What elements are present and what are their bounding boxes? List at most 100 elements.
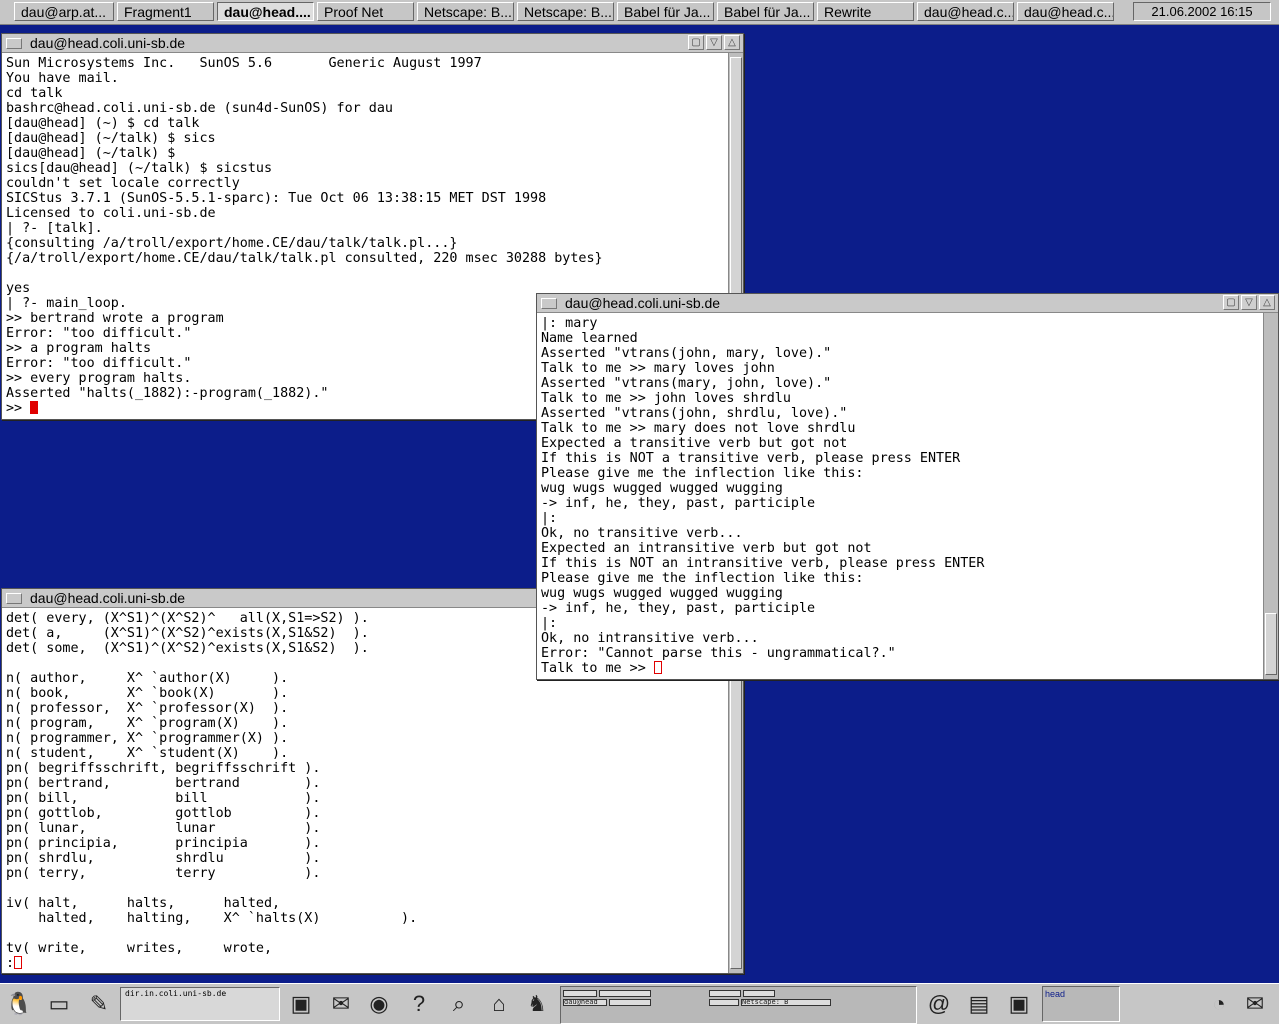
iconify-button[interactable]: ▢: [688, 35, 704, 50]
terminal-line: {/a/troll/export/home.CE/dau/talk/talk.p…: [6, 251, 603, 266]
windows-icon[interactable]: ▭: [44, 989, 74, 1019]
load-monitor: head: [1042, 986, 1120, 1022]
terminal-prompt-line[interactable]: Talk to me >>: [541, 661, 1260, 676]
terminal-line: wug wugs wugged wugged wugging: [541, 586, 783, 601]
terminal-line: n( professor, X^ `professor(X) ).: [6, 701, 289, 716]
terminal-prompt: Talk to me >>: [541, 661, 654, 676]
terminal-line: pn( terry, terry ).: [6, 866, 321, 881]
terminal-line: pn( gottlob, gottlob ).: [6, 806, 321, 821]
terminal-prompt: >>: [6, 401, 31, 416]
window-title: dau@head.coli.uni-sb.de: [30, 35, 186, 51]
terminal-line: Expected a transitive verb but got not: [541, 436, 848, 451]
window-menu-icon[interactable]: [6, 593, 22, 604]
pager-mini-window: [709, 999, 739, 1006]
file-manager-icon[interactable]: ▤: [964, 989, 994, 1019]
pager-mini-window: [563, 990, 597, 997]
home-icon[interactable]: ⌂: [484, 989, 514, 1019]
linux-penguin-icon[interactable]: 🐧: [4, 989, 34, 1019]
mail-icon[interactable]: ✉: [326, 989, 356, 1019]
help-icon[interactable]: ?: [404, 989, 434, 1019]
task-button-dau-arp[interactable]: dau@arp.at...: [14, 2, 114, 21]
terminal-line: bashrc@head.coli.uni-sb.de (sun4d-SunOS)…: [6, 101, 393, 116]
terminal-line: Sun Microsystems Inc. SunOS 5.6 Generic …: [6, 56, 482, 71]
maximize-button[interactable]: △: [724, 35, 740, 50]
terminal-line: Asserted "vtrans(john, shrdlu, love).": [541, 406, 848, 421]
terminal-line: Name learned: [541, 331, 638, 346]
task-button-babel-2[interactable]: Babel für Ja...: [717, 2, 814, 21]
spiral-icon[interactable]: @: [924, 989, 954, 1019]
pager-mini-window: [743, 990, 775, 997]
task-button-dau-head-active[interactable]: dau@head....: [217, 2, 314, 21]
task-button-dau-head-c-1[interactable]: dau@head.c...: [917, 2, 1014, 21]
task-button-netscape-1[interactable]: Netscape: B...: [417, 2, 514, 21]
terminal-line: [dau@head] (~/talk) $: [6, 146, 176, 161]
task-button-dau-head-c-2[interactable]: dau@head.c...: [1017, 2, 1114, 21]
terminal-line: Ok, no intransitive verb...: [541, 631, 759, 646]
terminal-line: pn( lunar, lunar ).: [6, 821, 321, 836]
terminal-line: |: mary: [541, 316, 598, 331]
pager-mini-window-netscape: Netscape: B: [741, 999, 831, 1006]
workspace-pager[interactable]: dau@head Netscape: B: [560, 986, 917, 1024]
top-taskbar: dau@arp.at... Fragment1 dau@head.... Pro…: [0, 0, 1279, 25]
terminal-line: n( program, X^ `program(X) ).: [6, 716, 289, 731]
terminal-line: Talk to me >> mary loves john: [541, 361, 775, 376]
window-titlebar[interactable]: dau@head.coli.uni-sb.de ▢ ▽ △: [537, 294, 1278, 313]
terminal-line: n( student, X^ `student(X) ).: [6, 746, 289, 761]
terminal-line: pn( bill, bill ).: [6, 791, 321, 806]
task-button-netscape-2[interactable]: Netscape: B...: [517, 2, 614, 21]
terminal-line: Please give me the inflection like this:: [541, 466, 864, 481]
terminal-prompt-line[interactable]: :: [6, 956, 725, 971]
task-button-rewrite[interactable]: Rewrite: [817, 2, 914, 21]
terminal-output[interactable]: |: mary Name learned Asserted "vtrans(john…: [541, 316, 1260, 677]
window-title: dau@head.coli.uni-sb.de: [565, 295, 721, 311]
scrollbar[interactable]: [1263, 313, 1278, 679]
terminal-line: -> inf, he, they, past, participle: [541, 496, 816, 511]
task-button-fragment1[interactable]: Fragment1: [117, 2, 214, 21]
terminal-line: SICStus 3.7.1 (SunOS-5.5.1-sparc): Tue O…: [6, 191, 547, 206]
terminal-line: iv( halt, halts, halted,: [6, 896, 281, 911]
terminal-line: Talk to me >> john loves shrdlu: [541, 391, 791, 406]
task-button-babel-1[interactable]: Babel für Ja...: [617, 2, 714, 21]
search-icon[interactable]: ⌕: [444, 989, 474, 1019]
window-titlebar[interactable]: dau@head.coli.uni-sb.de ▢ ▽ △: [2, 34, 743, 53]
minimize-button[interactable]: ▽: [706, 35, 722, 50]
window-menu-icon[interactable]: [541, 298, 557, 309]
terminal-prompt: :: [6, 956, 15, 971]
terminal-line: [dau@head] (~/talk) $ sics: [6, 131, 216, 146]
terminal-line: sics[dau@head] (~/talk) $ sicstus: [6, 161, 273, 176]
terminal-line: n( book, X^ `book(X) ).: [6, 686, 289, 701]
graphics-app-icon[interactable]: ✎: [84, 989, 114, 1019]
pager-mini-window: [599, 990, 651, 997]
maximize-button[interactable]: △: [1259, 295, 1275, 310]
mailbox-icon[interactable]: ✉: [1240, 989, 1270, 1019]
terminal-window-talk[interactable]: dau@head.coli.uni-sb.de ▢ ▽ △ |: mary Nam…: [536, 293, 1279, 680]
terminal-line: [dau@head] (~) $ cd talk: [6, 116, 200, 131]
terminal-line: n( programmer, X^ `programmer(X) ).: [6, 731, 289, 746]
window-menu-icon[interactable]: [6, 38, 22, 49]
clock-icon[interactable]: ◔: [1204, 989, 1234, 1019]
monitor-icon[interactable]: ▣: [1004, 989, 1034, 1019]
terminal-line: halted, halting, X^ `halts(X) ).: [6, 911, 418, 926]
terminal-line: |:: [541, 511, 558, 526]
terminal-line: cd talk: [6, 86, 63, 101]
terminal-line: pn( shrdlu, shrdlu ).: [6, 851, 321, 866]
terminal-line: You have mail.: [6, 71, 119, 86]
terminal-line: pn( bertrand, bertrand ).: [6, 776, 321, 791]
scrollbar-thumb[interactable]: [1265, 613, 1277, 675]
iconify-button[interactable]: ▢: [1223, 295, 1239, 310]
terminal-line: If this is NOT an intransitive verb, ple…: [541, 556, 985, 571]
terminal-line: | ?- [talk].: [6, 221, 103, 236]
minimize-button[interactable]: ▽: [1241, 295, 1257, 310]
gnu-icon[interactable]: ♞: [522, 989, 552, 1019]
terminal-line: Asserted "vtrans(mary, john, love).": [541, 376, 832, 391]
task-button-proof-net[interactable]: Proof Net: [317, 2, 414, 21]
text-cursor: [653, 661, 662, 674]
terminal-line: Ok, no transitive verb...: [541, 526, 743, 541]
terminal-line: If this is NOT a transitive verb, please…: [541, 451, 961, 466]
web-browser-icon[interactable]: ◉: [364, 989, 394, 1019]
terminal-line: pn( principia, principia ).: [6, 836, 321, 851]
terminal-icon[interactable]: ▣: [286, 989, 316, 1019]
